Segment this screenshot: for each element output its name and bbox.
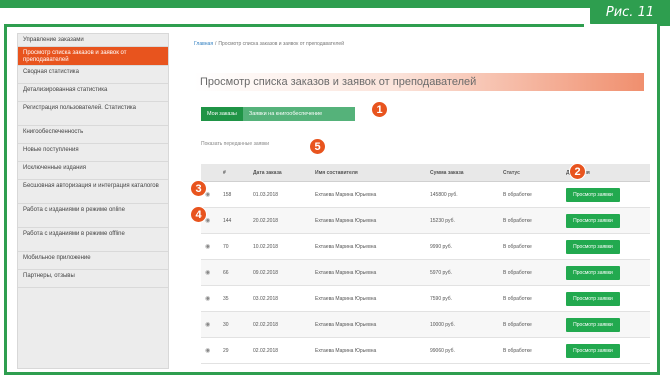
frame-top-border bbox=[4, 24, 584, 27]
sidebar-item-new-arrivals[interactable]: Новые поступления bbox=[18, 144, 168, 162]
marker-2: 2 bbox=[569, 163, 586, 180]
table-row: ◉ 35 03.02.2018 Ехтаева Марина Юрьевна 7… bbox=[201, 285, 650, 312]
view-request-button[interactable]: Просмотр заявки bbox=[566, 265, 620, 280]
cell-date: 10.02.2018 bbox=[249, 233, 311, 260]
cell-id: 30 bbox=[219, 311, 249, 338]
cell-date: 02.02.2018 bbox=[249, 311, 311, 338]
table-row: ◉ 66 09.02.2018 Ехтаева Марина Юрьевна 5… bbox=[201, 259, 650, 286]
sidebar-item-user-registration[interactable]: Регистрация пользователей. Статистика bbox=[18, 102, 168, 126]
sidebar-item-partners[interactable]: Партнеры, отзывы bbox=[18, 270, 168, 288]
cell-name: Ехтаева Марина Юрьевна bbox=[311, 337, 426, 364]
sidebar-item-view-requests[interactable]: Просмотр списка заказов и заявок от преп… bbox=[18, 47, 168, 66]
filter-link[interactable]: Показать переданные заявки bbox=[201, 141, 269, 147]
header-name: Имя составителя bbox=[311, 164, 426, 182]
breadcrumb-current: Просмотр списка заказов и заявок от преп… bbox=[218, 41, 344, 47]
sidebar-item-orders[interactable]: Управление заказами bbox=[18, 34, 168, 47]
cell-date: 09.02.2018 bbox=[249, 259, 311, 286]
cell-status: В обработке bbox=[499, 285, 562, 312]
sidebar-item-detailed-stats[interactable]: Детализированная статистика bbox=[18, 84, 168, 102]
eye-icon[interactable]: ◉ bbox=[205, 270, 210, 276]
frame-right-border bbox=[657, 24, 660, 375]
eye-icon[interactable]: ◉ bbox=[205, 192, 210, 198]
cell-id: 35 bbox=[219, 285, 249, 312]
view-request-button[interactable]: Просмотр заявки bbox=[566, 317, 620, 332]
breadcrumb-home[interactable]: Главная bbox=[194, 41, 213, 47]
view-request-button[interactable]: Просмотр заявки bbox=[566, 343, 620, 358]
view-request-button[interactable]: Просмотр заявки bbox=[566, 291, 620, 306]
cell-sum: 5970 руб. bbox=[426, 259, 499, 286]
cell-id: 29 bbox=[219, 337, 249, 364]
tab-requests[interactable]: Заявки на книгообеспечение bbox=[242, 107, 355, 121]
cell-id: 144 bbox=[219, 207, 249, 234]
sidebar-item-summary-stats[interactable]: Сводная статистика bbox=[18, 66, 168, 84]
cell-sum: 7590 руб. bbox=[426, 285, 499, 312]
cell-date: 03.02.2018 bbox=[249, 285, 311, 312]
view-request-button[interactable]: Просмотр заявки bbox=[566, 187, 620, 202]
cell-id: 66 bbox=[219, 259, 249, 286]
sidebar-item-excluded[interactable]: Исключенные издания bbox=[18, 162, 168, 180]
table-row: ◉ 158 01.03.2018 Ехтаева Марина Юрьевна … bbox=[201, 181, 650, 208]
table-row: ◉ 70 10.02.2018 Ехтаева Марина Юрьевна 9… bbox=[201, 233, 650, 260]
header-sum: Сумма заказа bbox=[426, 164, 499, 182]
sidebar-item-offline[interactable]: Работа с изданиями в режиме offline bbox=[18, 228, 168, 252]
table-row: ◉ 30 02.02.2018 Ехтаева Марина Юрьевна 1… bbox=[201, 311, 650, 338]
frame-bottom-border bbox=[4, 372, 660, 375]
header-eye bbox=[201, 164, 219, 182]
cell-date: 02.02.2018 bbox=[249, 337, 311, 364]
cell-sum: 15230 руб. bbox=[426, 207, 499, 234]
tab-bar: Мои заказы Заявки на книгообеспечение bbox=[201, 107, 355, 121]
cell-name: Ехтаева Марина Юрьевна bbox=[311, 233, 426, 260]
cell-status: В обработке bbox=[499, 233, 562, 260]
cell-sum: 9990 руб. bbox=[426, 233, 499, 260]
cell-status: В обработке bbox=[499, 337, 562, 364]
header-status: Статус bbox=[499, 164, 562, 182]
view-request-button[interactable]: Просмотр заявки bbox=[566, 239, 620, 254]
cell-sum: 145800 руб. bbox=[426, 181, 499, 208]
top-accent-bar bbox=[0, 0, 670, 8]
cell-id: 158 bbox=[219, 181, 249, 208]
sidebar-item-book-supply[interactable]: Книгообеспеченность bbox=[18, 126, 168, 144]
cell-name: Ехтаева Марина Юрьевна bbox=[311, 181, 426, 208]
eye-icon[interactable]: ◉ bbox=[205, 348, 210, 354]
breadcrumb: Главная / Просмотр списка заказов и заявок… bbox=[194, 41, 344, 47]
eye-icon[interactable]: ◉ bbox=[205, 244, 210, 250]
eye-icon[interactable]: ◉ bbox=[205, 296, 210, 302]
header-date: Дата заказа bbox=[249, 164, 311, 182]
cell-status: В обработке bbox=[499, 181, 562, 208]
requests-table: # Дата заказа Имя составителя Сумма зака… bbox=[201, 164, 650, 364]
cell-name: Ехтаева Марина Юрьевна bbox=[311, 311, 426, 338]
cell-status: В обработке bbox=[499, 207, 562, 234]
view-request-button[interactable]: Просмотр заявки bbox=[566, 213, 620, 228]
cell-name: Ехтаева Марина Юрьевна bbox=[311, 207, 426, 234]
eye-icon[interactable]: ◉ bbox=[205, 218, 210, 224]
marker-4: 4 bbox=[190, 206, 207, 223]
cell-status: В обработке bbox=[499, 311, 562, 338]
table-row: ◉ 29 02.02.2018 Ехтаева Марина Юрьевна 9… bbox=[201, 337, 650, 364]
eye-icon[interactable]: ◉ bbox=[205, 322, 210, 328]
sidebar-nav: Управление заказами Просмотр списка зака… bbox=[17, 33, 169, 369]
sidebar-item-online[interactable]: Работа с изданиями в режиме online bbox=[18, 204, 168, 228]
cell-name: Ехтаева Марина Юрьевна bbox=[311, 259, 426, 286]
sidebar-item-mobile-app[interactable]: Мобильное приложение bbox=[18, 252, 168, 270]
figure-label: Рис. 11 bbox=[590, 0, 670, 26]
cell-status: В обработке bbox=[499, 259, 562, 286]
main-content: Главная / Просмотр списка заказов и заявок… bbox=[180, 33, 650, 369]
marker-5: 5 bbox=[309, 138, 326, 155]
marker-3: 3 bbox=[190, 180, 207, 197]
cell-sum: 10000 руб. bbox=[426, 311, 499, 338]
header-id: # bbox=[219, 164, 249, 182]
table-row: ◉ 144 20.02.2018 Ехтаева Марина Юрьевна … bbox=[201, 207, 650, 234]
cell-id: 70 bbox=[219, 233, 249, 260]
cell-date: 20.02.2018 bbox=[249, 207, 311, 234]
breadcrumb-separator: / bbox=[215, 41, 217, 47]
page-title: Просмотр списка заказов и заявок от преп… bbox=[194, 73, 644, 91]
sidebar-item-seamless-auth[interactable]: Бесшовная авторизация и интеграция катал… bbox=[18, 180, 168, 204]
cell-sum: 99060 руб. bbox=[426, 337, 499, 364]
marker-1: 1 bbox=[371, 101, 388, 118]
tab-my-orders[interactable]: Мои заказы bbox=[201, 107, 243, 121]
cell-date: 01.03.2018 bbox=[249, 181, 311, 208]
cell-name: Ехтаева Марина Юрьевна bbox=[311, 285, 426, 312]
